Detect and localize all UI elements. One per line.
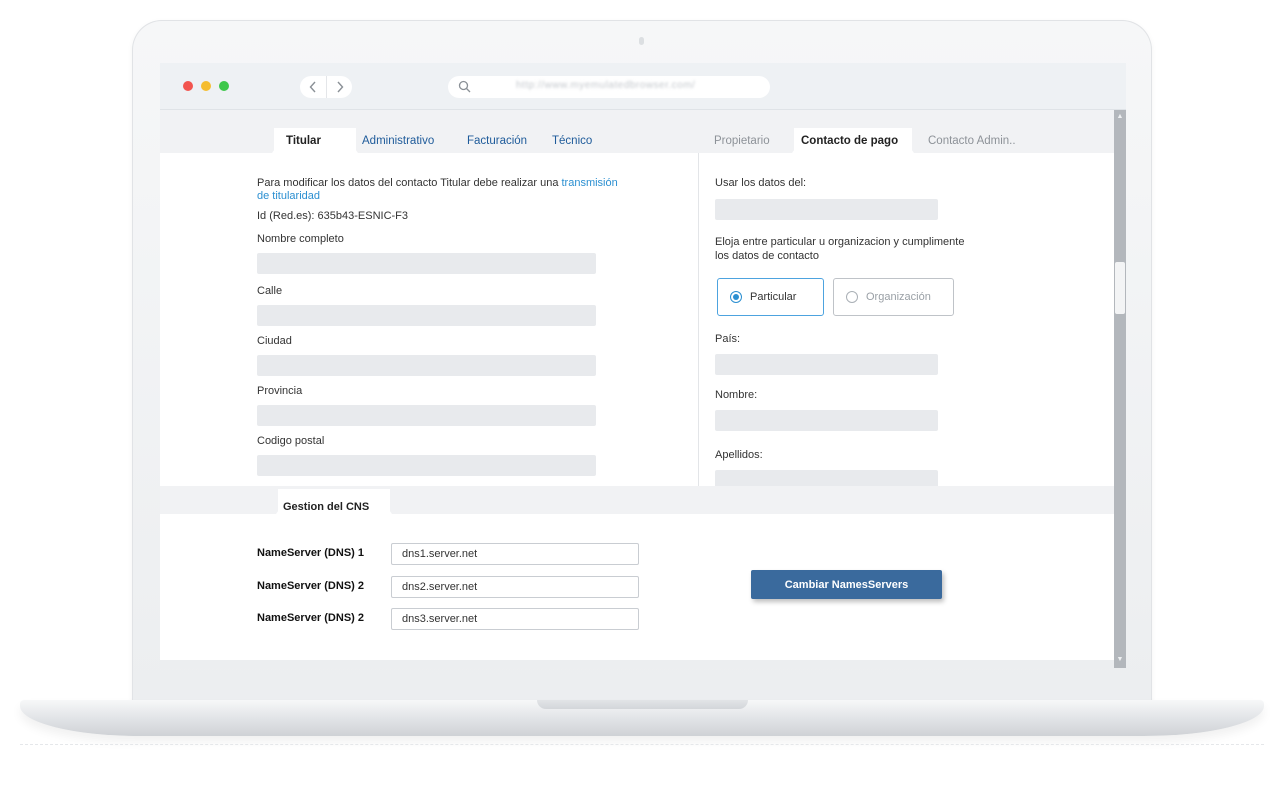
floor-line: [20, 744, 1264, 754]
label-pais: País:: [715, 333, 741, 345]
scroll-down-icon[interactable]: ▼: [1114, 655, 1126, 665]
nameserver-1-input[interactable]: [391, 543, 639, 565]
address-url: http://www.myemulatedbrowser.com/: [516, 80, 696, 91]
tab-tecnico[interactable]: Técnico: [552, 135, 592, 147]
choose-instructions-line-1: Eloja entre particular u organizacion y …: [715, 236, 965, 248]
page-content: Titular Administrativo Facturación Técni…: [160, 110, 1114, 668]
nameserver-2-label: NameServer (DNS) 2: [257, 580, 364, 592]
label-ciudad: Ciudad: [257, 335, 292, 347]
use-data-select[interactable]: [715, 199, 938, 220]
page-bottom-border: [160, 660, 1114, 668]
browser-toolbar: http://www.myemulatedbrowser.com/: [160, 63, 1126, 110]
pais-field[interactable]: [715, 354, 938, 375]
tab-titular[interactable]: Titular: [286, 135, 321, 147]
tab-contacto-de-pago[interactable]: Contacto de pago: [801, 135, 898, 147]
label-provincia: Provincia: [257, 385, 303, 397]
laptop-screen: http://www.myemulatedbrowser.com/ Titula…: [160, 63, 1126, 668]
back-button[interactable]: [300, 76, 326, 98]
label-codigo-postal: Codigo postal: [257, 435, 325, 447]
nombre-completo-field[interactable]: [257, 253, 596, 274]
dns-section-title: Gestion del CNS: [283, 501, 370, 513]
scroll-up-icon[interactable]: ▲: [1114, 112, 1126, 122]
radio-organizacion-label: Organización: [866, 291, 931, 303]
browser-nav-buttons: [300, 76, 352, 98]
ciudad-field[interactable]: [257, 355, 596, 376]
scrollbar-thumb[interactable]: [1115, 262, 1125, 314]
radio-particular[interactable]: Particular: [717, 278, 824, 316]
tab-propietario[interactable]: Propietario: [714, 135, 770, 147]
window-close-icon[interactable]: [183, 81, 193, 91]
nameserver-3-input[interactable]: [391, 608, 639, 630]
label-apellidos: Apellidos:: [715, 449, 763, 461]
forward-button[interactable]: [326, 76, 352, 98]
label-calle: Calle: [257, 285, 283, 297]
nameserver-2-input[interactable]: [391, 576, 639, 598]
chevron-right-icon: [336, 81, 343, 93]
calle-field[interactable]: [257, 305, 596, 326]
change-nameservers-button[interactable]: Cambiar NamesServers: [751, 570, 942, 599]
use-data-label: Usar los datos del:: [715, 177, 807, 189]
laptop-notch: [537, 700, 748, 709]
window-maximize-icon[interactable]: [219, 81, 229, 91]
radio-unchecked-icon: [846, 291, 858, 303]
label-nombre: Nombre:: [715, 389, 758, 401]
address-bar[interactable]: http://www.myemulatedbrowser.com/: [448, 76, 770, 98]
camera-icon: [639, 37, 644, 45]
radio-organizacion[interactable]: Organización: [833, 278, 954, 316]
titular-id: Id (Red.es): 635b43-ESNIC-F3: [257, 210, 409, 222]
search-icon: [458, 80, 471, 93]
window-minimize-icon[interactable]: [201, 81, 211, 91]
nombre-field[interactable]: [715, 410, 938, 431]
radio-checked-icon: [730, 291, 742, 303]
titular-notice: Para modificar los datos del contacto Ti…: [257, 177, 618, 189]
codigo-postal-field[interactable]: [257, 455, 596, 476]
radio-particular-label: Particular: [750, 291, 797, 303]
choose-instructions-line-2: los datos de contacto: [715, 250, 819, 262]
tab-facturacion[interactable]: Facturación: [467, 135, 527, 147]
vertical-scrollbar[interactable]: ▲ ▼: [1114, 110, 1126, 668]
titularidad-link[interactable]: de titularidad: [257, 190, 320, 202]
tab-administrativo[interactable]: Administrativo: [362, 135, 434, 147]
chevron-left-icon: [309, 81, 316, 93]
column-divider: [698, 153, 699, 513]
nameserver-3-label: NameServer (DNS) 2: [257, 612, 364, 624]
transmision-link[interactable]: transmisión: [562, 177, 618, 189]
provincia-field[interactable]: [257, 405, 596, 426]
nameserver-1-label: NameServer (DNS) 1: [257, 547, 364, 559]
label-nombre-completo: Nombre completo: [257, 233, 344, 245]
tab-contacto-admin[interactable]: Contacto Admin..: [928, 135, 1016, 147]
